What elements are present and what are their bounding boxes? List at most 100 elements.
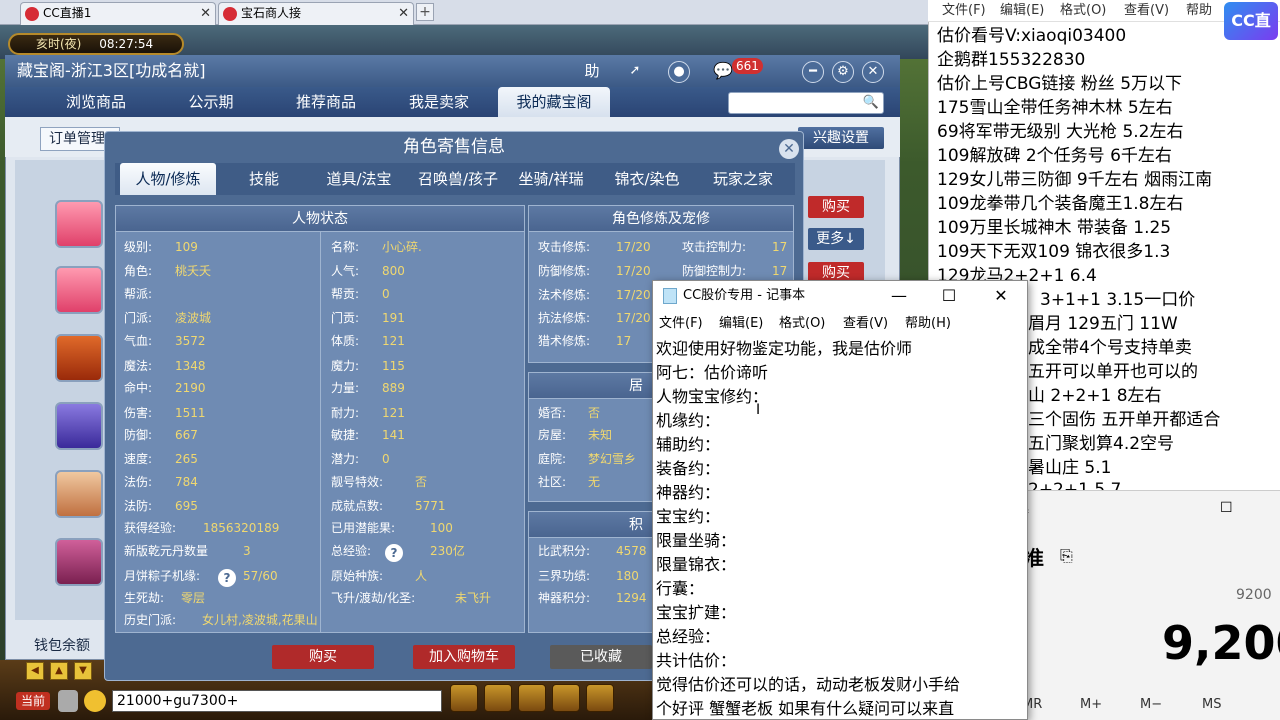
stat-label: 耐力: bbox=[331, 406, 360, 420]
game-tool-icon[interactable] bbox=[450, 684, 478, 712]
notepad-minimize-button[interactable]: — bbox=[876, 281, 922, 311]
price-line: 109天下无双109 锦衣很多1.3 bbox=[937, 242, 1171, 262]
column-divider bbox=[320, 232, 321, 632]
tab-home[interactable]: 玩家之家 bbox=[696, 163, 790, 195]
nav-tab-browse[interactable]: 浏览商品 bbox=[40, 87, 152, 117]
favorited-button[interactable]: 已收藏 bbox=[550, 645, 652, 669]
microphone-icon[interactable] bbox=[58, 690, 78, 712]
game-tool-icon[interactable] bbox=[518, 684, 546, 712]
emoji-icon[interactable] bbox=[84, 690, 106, 712]
menu-view[interactable]: 查看(V) bbox=[843, 312, 888, 336]
dialog-close-icon[interactable]: ✕ bbox=[779, 139, 799, 159]
cult-label: 防御修炼: bbox=[538, 264, 591, 278]
stat-label: 获得经验: bbox=[124, 521, 177, 535]
arrow-down-icon[interactable]: ▼ bbox=[74, 662, 92, 680]
calc-mminus-button[interactable]: M− bbox=[1140, 697, 1162, 712]
chat-input[interactable]: 21000+gu7300+ bbox=[112, 690, 442, 712]
character-avatar[interactable] bbox=[55, 334, 103, 382]
notepad-maximize-button[interactable]: ☐ bbox=[926, 281, 972, 311]
menu-view[interactable]: 查看(V) bbox=[1124, 0, 1169, 22]
search-input[interactable]: 🔍 bbox=[728, 92, 884, 114]
game-tool-icon[interactable] bbox=[484, 684, 512, 712]
menu-format[interactable]: 格式(O) bbox=[779, 312, 825, 336]
add-to-cart-button[interactable]: 加入购物车 bbox=[413, 645, 515, 669]
stat-value: 121 bbox=[382, 406, 405, 420]
notepad-line: 欢迎使用好物鉴定功能，我是估价师 bbox=[656, 339, 913, 358]
stat-label: 潜力: bbox=[331, 452, 360, 466]
house-label: 庭院: bbox=[538, 452, 567, 466]
cult-label: 防御控制力: bbox=[682, 264, 747, 278]
game-tool-icon[interactable] bbox=[552, 684, 580, 712]
help-button[interactable]: 助 bbox=[581, 61, 603, 83]
close-window-icon[interactable]: ✕ bbox=[862, 61, 884, 83]
calculator-display: 9,200 bbox=[1162, 616, 1280, 670]
total-exp-help-icon[interactable]: ? bbox=[385, 542, 403, 562]
stat-value: 0 bbox=[382, 287, 390, 301]
calculator-maximize-icon[interactable]: ☐ bbox=[1220, 500, 1233, 516]
menu-format[interactable]: 格式(O) bbox=[1060, 0, 1106, 22]
tab-items[interactable]: 道具/法宝 bbox=[310, 163, 408, 195]
menu-edit[interactable]: 编辑(E) bbox=[1000, 0, 1044, 22]
menu-file[interactable]: 文件(F) bbox=[942, 0, 986, 22]
message-icon[interactable]: 💬 bbox=[712, 61, 734, 83]
menu-file[interactable]: 文件(F) bbox=[659, 312, 703, 336]
menu-help[interactable]: 帮助(H) bbox=[905, 312, 951, 336]
calc-mplus-button[interactable]: M+ bbox=[1080, 697, 1102, 712]
nav-tab-my-cbg[interactable]: 我的藏宝阁 bbox=[498, 87, 610, 117]
tab-character[interactable]: 人物/修炼 bbox=[120, 163, 216, 195]
clock-period: 亥时(夜) bbox=[36, 37, 82, 51]
game-tool-icon[interactable] bbox=[586, 684, 614, 712]
cult-label: 抗法修炼: bbox=[538, 311, 591, 325]
house-label: 社区: bbox=[538, 475, 567, 489]
notepad-close-button[interactable]: ✕ bbox=[978, 281, 1024, 311]
price-line: 企鹅群155322830 bbox=[937, 50, 1086, 70]
character-avatar[interactable] bbox=[55, 200, 103, 248]
notepad-line: 个好评 蟹蟹老板 如果有什么疑问可以来直 bbox=[656, 699, 955, 718]
character-avatar[interactable] bbox=[55, 538, 103, 586]
search-icon: 🔍 bbox=[862, 95, 879, 110]
menu-edit[interactable]: 编辑(E) bbox=[719, 312, 763, 336]
price-line: 成全带4个号支持单卖 bbox=[1028, 338, 1192, 358]
character-avatar[interactable] bbox=[55, 402, 103, 450]
cult-value: 17 bbox=[772, 264, 788, 278]
mooncake-help-icon[interactable]: ? bbox=[218, 567, 236, 587]
browser-tab-cc-live[interactable]: CC直播1 ✕ bbox=[20, 2, 216, 25]
tab-mounts[interactable]: 坐骑/祥瑞 bbox=[504, 163, 598, 195]
menu-help[interactable]: 帮助 bbox=[1186, 0, 1212, 22]
cultivation-panel-header: 角色修炼及宠修 bbox=[529, 206, 793, 232]
close-tab-icon[interactable]: ✕ bbox=[398, 3, 409, 24]
arrow-left-icon[interactable]: ◀ bbox=[26, 662, 44, 680]
calc-ms-button[interactable]: MS bbox=[1202, 697, 1221, 712]
buy-button[interactable]: 购买 bbox=[808, 196, 864, 218]
house-label: 房屋: bbox=[538, 428, 567, 442]
cult-label: 攻击修炼: bbox=[538, 240, 591, 254]
tab-skills[interactable]: 技能 bbox=[220, 163, 308, 195]
house-value: 无 bbox=[588, 475, 601, 489]
price-line: 175雪山全带任务神木林 5左右 bbox=[937, 98, 1173, 118]
stat-value: 5771 bbox=[415, 499, 446, 513]
chat-channel-current[interactable]: 当前 bbox=[16, 692, 50, 710]
nav-tab-recommend[interactable]: 推荐商品 bbox=[270, 87, 382, 117]
share-icon[interactable]: ➚ bbox=[624, 61, 646, 83]
character-avatar[interactable] bbox=[55, 266, 103, 314]
arrow-up-icon[interactable]: ▲ bbox=[50, 662, 68, 680]
browser-tab-gem-merchant[interactable]: 宝石商人接 ✕ bbox=[218, 2, 414, 25]
settings-gear-icon[interactable]: ⚙ bbox=[832, 61, 854, 83]
new-tab-button[interactable]: + bbox=[416, 3, 434, 21]
nav-tab-public[interactable]: 公示期 bbox=[160, 87, 262, 117]
interest-settings-button[interactable]: 兴趣设置 bbox=[798, 127, 884, 149]
dialog-buy-button[interactable]: 购买 bbox=[272, 645, 374, 669]
stat-value: 未飞升 bbox=[455, 591, 492, 605]
tab-pets[interactable]: 召唤兽/孩子 bbox=[408, 163, 508, 195]
stat-value: 265 bbox=[175, 452, 198, 466]
stat-value: 1511 bbox=[175, 406, 206, 420]
tab-outfits[interactable]: 锦衣/染色 bbox=[600, 163, 694, 195]
minimize-icon[interactable]: ━ bbox=[802, 61, 824, 83]
more-button[interactable]: 更多↓ bbox=[808, 228, 864, 250]
nav-tab-seller[interactable]: 我是卖家 bbox=[388, 87, 490, 117]
price-line: 109解放碑 2个任务号 6千左右 bbox=[937, 146, 1172, 166]
calculator-history-icon[interactable]: ⎘ bbox=[1060, 546, 1073, 566]
character-avatar[interactable] bbox=[55, 470, 103, 518]
record-icon[interactable]: ● bbox=[668, 61, 690, 83]
close-tab-icon[interactable]: ✕ bbox=[200, 3, 211, 24]
